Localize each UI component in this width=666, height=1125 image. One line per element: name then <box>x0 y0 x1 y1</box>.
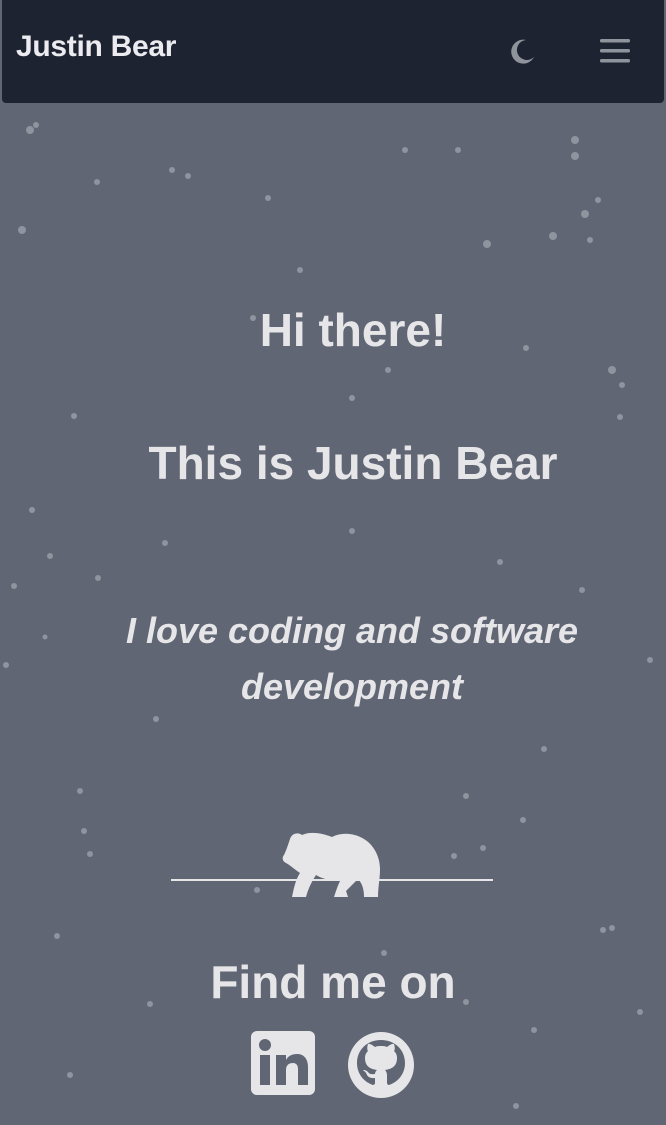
theme-toggle-button[interactable] <box>502 32 542 72</box>
find-me-heading: Find me on <box>210 956 456 1008</box>
brand-name[interactable]: Justin Bear <box>16 30 176 64</box>
github-link[interactable] <box>346 1030 416 1100</box>
tagline: I love coding and software development <box>125 610 579 707</box>
menu-button[interactable] <box>592 30 638 72</box>
github-icon <box>348 1032 414 1098</box>
navbar: Justin Bear <box>2 0 664 103</box>
greeting-heading: Hi there! <box>259 304 447 356</box>
page: Justin Bear Hi there! This is Justin Bea… <box>0 0 666 1125</box>
bear-icon <box>280 829 384 899</box>
hamburger-menu-icon <box>600 39 630 63</box>
section-divider <box>171 879 493 881</box>
intro-heading: This is Justin Bear <box>148 437 558 489</box>
linkedin-link[interactable] <box>250 1030 316 1096</box>
linkedin-icon <box>251 1031 315 1095</box>
social-links <box>250 1030 430 1100</box>
moon-icon <box>511 39 534 64</box>
